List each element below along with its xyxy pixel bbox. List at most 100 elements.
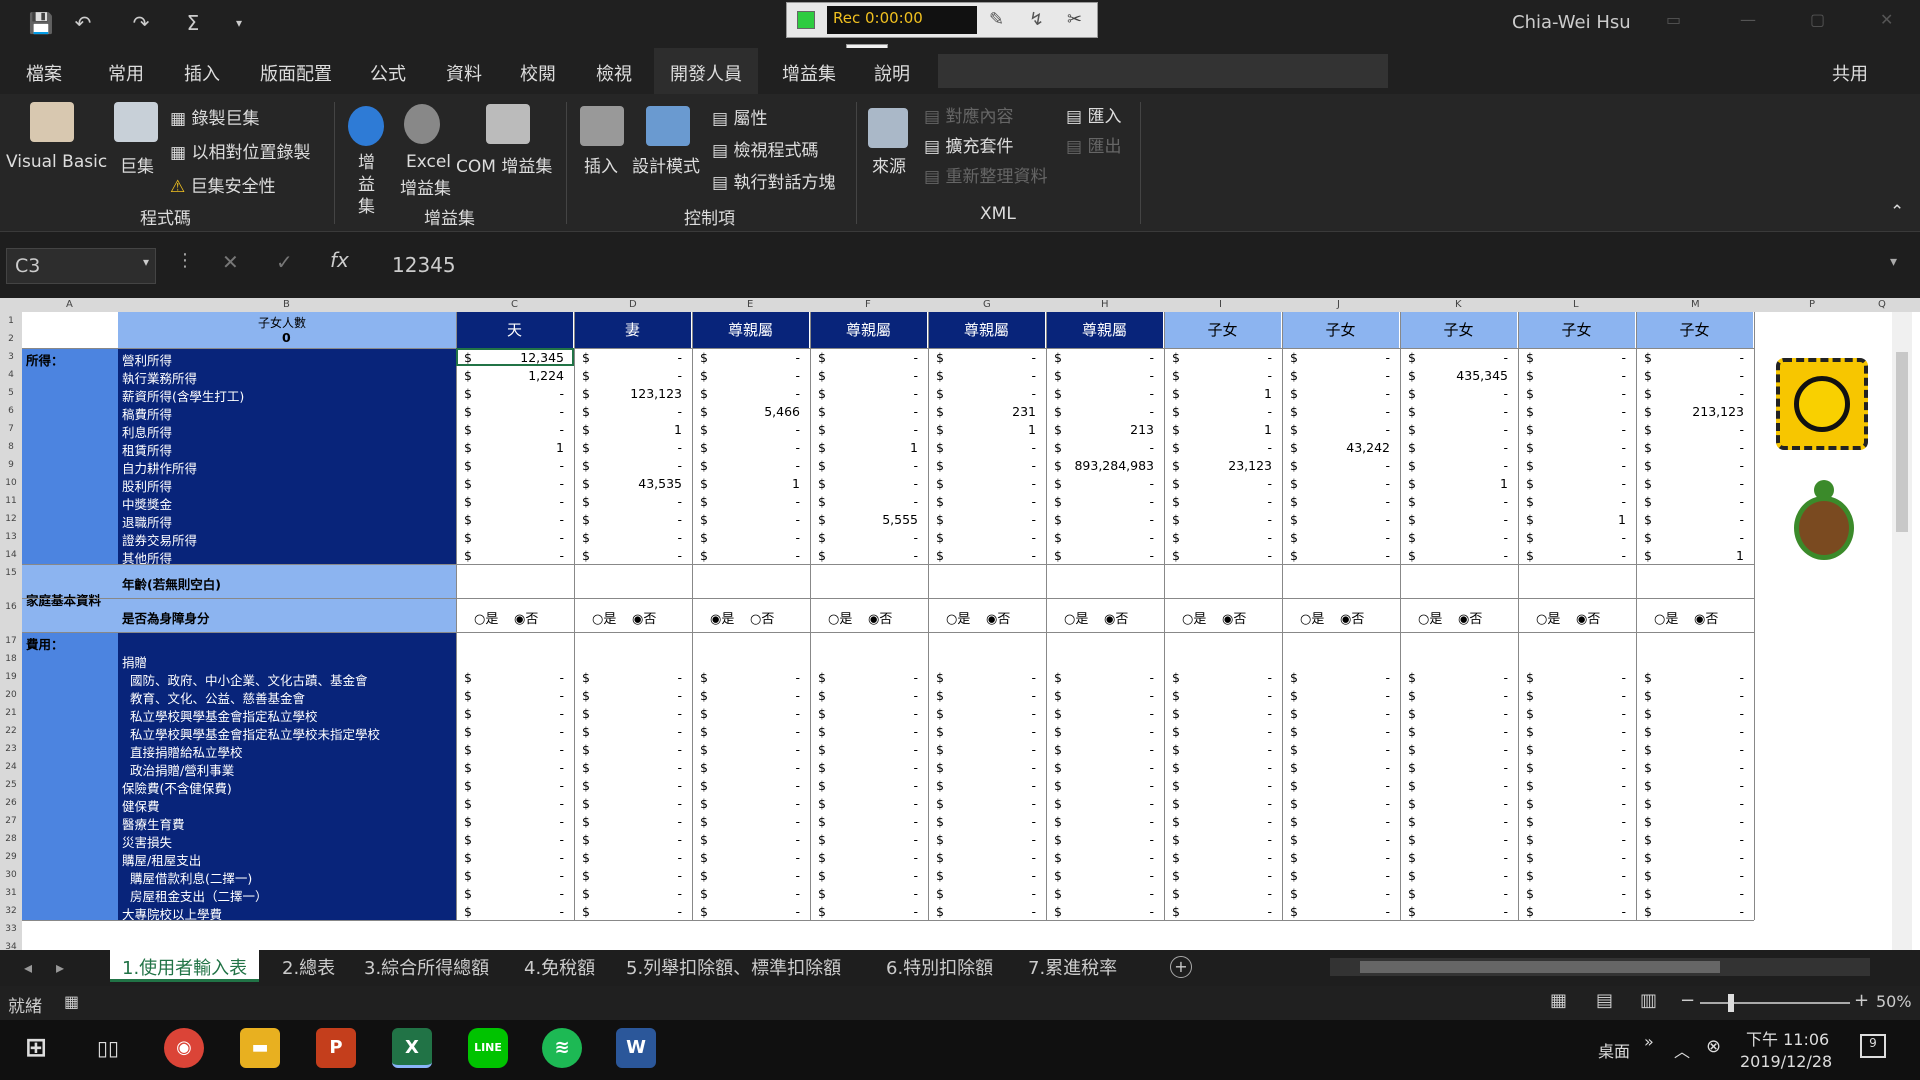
income-value-cell[interactable]: 123,123 xyxy=(584,386,682,401)
row-header[interactable]: 32 xyxy=(0,906,22,916)
radio-yes[interactable]: ◉是 xyxy=(710,608,734,627)
income-value-cell[interactable]: - xyxy=(820,458,918,473)
next-sheet-icon[interactable]: ▸ xyxy=(56,958,64,977)
income-value-cell[interactable]: - xyxy=(1174,494,1272,509)
expense-value-cell[interactable]: - xyxy=(1646,670,1744,685)
income-value-cell[interactable]: - xyxy=(702,368,800,383)
expense-value-cell[interactable]: - xyxy=(820,832,918,847)
row-header[interactable]: 13 xyxy=(0,532,22,542)
prev-sheet-icon[interactable]: ◂ xyxy=(24,958,32,977)
cancel-icon[interactable]: ✕ xyxy=(222,250,239,274)
radio-no[interactable]: ◉否 xyxy=(1222,608,1246,627)
macro-record-icon[interactable]: ▦ xyxy=(64,992,79,1011)
row-header[interactable]: 14 xyxy=(0,550,22,560)
expense-value-cell[interactable]: - xyxy=(1528,796,1626,811)
row-header[interactable]: 22 xyxy=(0,726,22,736)
expense-value-cell[interactable]: - xyxy=(466,760,564,775)
normal-view-icon[interactable]: ▦ xyxy=(1550,990,1567,1011)
income-value-cell[interactable]: - xyxy=(702,350,800,365)
income-value-cell[interactable]: - xyxy=(1410,350,1508,365)
income-value-cell[interactable]: - xyxy=(1410,494,1508,509)
column-header[interactable]: L xyxy=(1573,299,1579,310)
income-value-cell[interactable]: - xyxy=(1646,350,1744,365)
income-value-cell[interactable]: - xyxy=(1174,350,1272,365)
radio-yes[interactable]: ○是 xyxy=(946,608,970,627)
link-icon[interactable]: ↯ xyxy=(1029,9,1044,30)
expense-value-cell[interactable]: - xyxy=(820,742,918,757)
row-header[interactable]: 24 xyxy=(0,762,22,772)
coin-icon[interactable] xyxy=(1776,358,1868,450)
desktop-label[interactable]: 桌面 xyxy=(1598,1038,1630,1062)
expense-value-cell[interactable]: - xyxy=(1056,670,1154,685)
expense-value-cell[interactable]: - xyxy=(1646,904,1744,919)
expense-value-cell[interactable]: - xyxy=(1292,760,1390,775)
income-value-cell[interactable]: - xyxy=(1292,512,1390,527)
expense-value-cell[interactable]: - xyxy=(1410,670,1508,685)
income-value-cell[interactable]: - xyxy=(1292,548,1390,563)
expense-value-cell[interactable]: - xyxy=(1410,760,1508,775)
expense-value-cell[interactable]: - xyxy=(1056,706,1154,721)
expense-value-cell[interactable]: - xyxy=(820,724,918,739)
expense-value-cell[interactable]: - xyxy=(1056,778,1154,793)
expense-value-cell[interactable]: - xyxy=(1174,850,1272,865)
income-value-cell[interactable]: - xyxy=(1292,386,1390,401)
expense-value-cell[interactable]: - xyxy=(1174,724,1272,739)
expense-value-cell[interactable]: - xyxy=(702,850,800,865)
expense-value-cell[interactable]: - xyxy=(702,904,800,919)
file-explorer-icon[interactable]: ▬ xyxy=(240,1028,280,1068)
expense-value-cell[interactable]: - xyxy=(584,904,682,919)
insert-function-icon[interactable]: fx xyxy=(330,248,349,272)
expense-value-cell[interactable]: - xyxy=(1410,814,1508,829)
expense-value-cell[interactable]: - xyxy=(584,742,682,757)
income-value-cell[interactable]: 5,555 xyxy=(820,512,918,527)
expense-value-cell[interactable]: - xyxy=(466,724,564,739)
radio-yes[interactable]: ○是 xyxy=(1418,608,1442,627)
vertical-scrollbar[interactable] xyxy=(1892,312,1912,950)
income-value-cell[interactable]: - xyxy=(702,458,800,473)
income-value-cell[interactable]: - xyxy=(1292,530,1390,545)
income-value-cell[interactable]: - xyxy=(1292,494,1390,509)
save-icon[interactable]: 💾 xyxy=(28,10,54,36)
column-header[interactable]: D xyxy=(629,299,637,310)
toolbar-expand-icon[interactable]: » xyxy=(1644,1032,1654,1051)
row-header[interactable]: 3 xyxy=(0,352,22,362)
row-header[interactable]: 26 xyxy=(0,798,22,808)
income-value-cell[interactable]: - xyxy=(1292,458,1390,473)
income-value-cell[interactable]: - xyxy=(820,386,918,401)
radio-no[interactable]: ○否 xyxy=(750,608,774,627)
radio-no[interactable]: ◉否 xyxy=(1576,608,1600,627)
expense-value-cell[interactable]: - xyxy=(1410,868,1508,883)
row-header[interactable]: 18 xyxy=(0,654,22,664)
income-value-cell[interactable]: - xyxy=(466,494,564,509)
sheet-tab-5[interactable]: 5.列舉扣除額、標準扣除額 xyxy=(626,954,841,980)
income-value-cell[interactable]: - xyxy=(1174,440,1272,455)
expense-value-cell[interactable]: - xyxy=(1410,742,1508,757)
expense-value-cell[interactable]: - xyxy=(466,688,564,703)
expense-value-cell[interactable]: - xyxy=(938,706,1036,721)
expense-value-cell[interactable]: - xyxy=(820,670,918,685)
expense-value-cell[interactable]: - xyxy=(820,814,918,829)
income-value-cell[interactable]: - xyxy=(938,440,1036,455)
income-value-cell[interactable]: 1 xyxy=(584,422,682,437)
expense-value-cell[interactable]: - xyxy=(1410,904,1508,919)
design-mode-button[interactable]: 設計模式 xyxy=(632,152,700,177)
row-header[interactable]: 28 xyxy=(0,834,22,844)
add-sheet-icon[interactable]: + xyxy=(1170,956,1192,978)
expense-value-cell[interactable]: - xyxy=(1292,886,1390,901)
windows-start-icon[interactable]: ⊞ xyxy=(16,1028,56,1068)
clock-time[interactable]: 下午 11:06 xyxy=(1746,1026,1829,1050)
income-value-cell[interactable]: 1,224 xyxy=(466,368,564,383)
income-value-cell[interactable]: - xyxy=(1056,494,1154,509)
expense-value-cell[interactable]: - xyxy=(1056,832,1154,847)
addins-button[interactable]: 增益集 xyxy=(358,152,378,218)
sheet-tab-1[interactable]: 1.使用者輸入表 xyxy=(110,950,260,982)
sheet-tab-4[interactable]: 4.免稅額 xyxy=(524,954,595,980)
expense-value-cell[interactable]: - xyxy=(584,706,682,721)
properties-button[interactable]: ▤ 屬性 xyxy=(712,104,767,129)
expense-value-cell[interactable]: - xyxy=(1646,814,1744,829)
expense-value-cell[interactable]: - xyxy=(1646,850,1744,865)
income-value-cell[interactable]: - xyxy=(466,476,564,491)
income-value-cell[interactable]: - xyxy=(1646,458,1744,473)
page-break-icon[interactable]: ▥ xyxy=(1640,990,1657,1011)
expense-value-cell[interactable]: - xyxy=(702,886,800,901)
